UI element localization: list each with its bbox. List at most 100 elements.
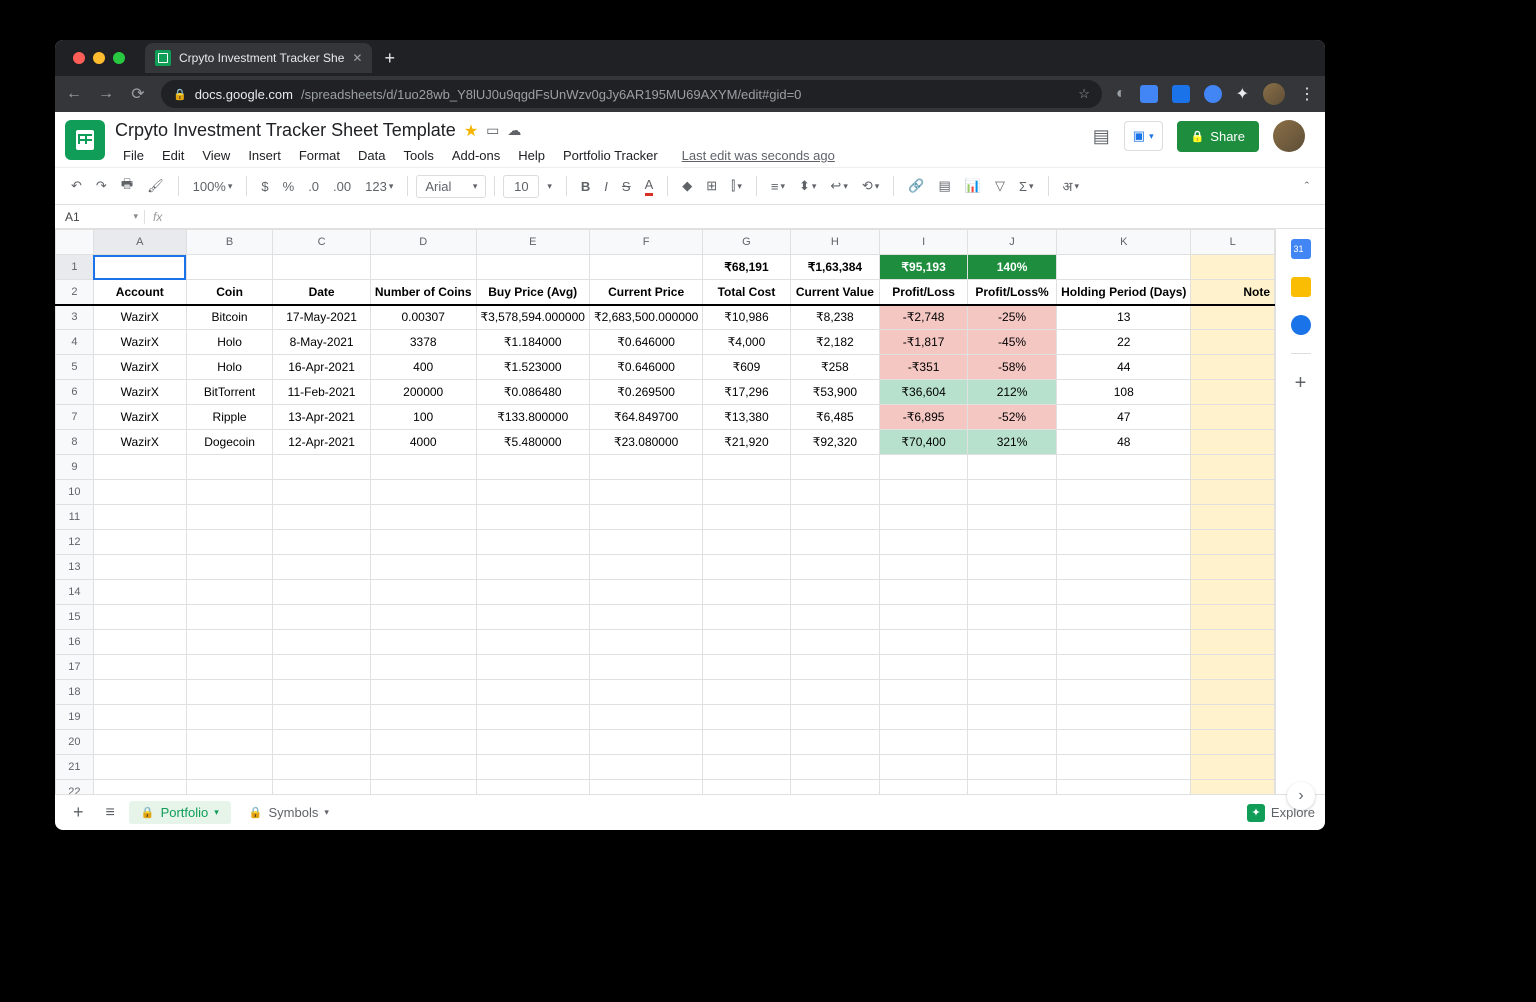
close-window-icon[interactable]: [73, 52, 85, 64]
cell[interactable]: [790, 480, 880, 505]
cell[interactable]: [968, 755, 1057, 780]
cell[interactable]: -45%: [968, 330, 1057, 355]
cell[interactable]: [370, 555, 476, 580]
cell[interactable]: WazirX: [93, 355, 186, 380]
cell[interactable]: [589, 630, 702, 655]
cell[interactable]: [790, 730, 880, 755]
cell[interactable]: ₹21,920: [703, 430, 790, 455]
cell[interactable]: 13: [1057, 305, 1191, 330]
column-header[interactable]: H: [790, 230, 880, 255]
cell[interactable]: [186, 680, 272, 705]
cell[interactable]: [1191, 705, 1275, 730]
maximize-window-icon[interactable]: [113, 52, 125, 64]
menu-edit[interactable]: Edit: [154, 144, 192, 167]
column-header[interactable]: C: [273, 230, 371, 255]
redo-button[interactable]: ↷: [90, 174, 113, 198]
cell[interactable]: [186, 555, 272, 580]
column-header[interactable]: K: [1057, 230, 1191, 255]
cell[interactable]: [370, 455, 476, 480]
cell[interactable]: [273, 480, 371, 505]
cell[interactable]: [1057, 780, 1191, 795]
cell[interactable]: [968, 605, 1057, 630]
cell[interactable]: [790, 530, 880, 555]
cell[interactable]: [968, 780, 1057, 795]
cell[interactable]: [1057, 505, 1191, 530]
cell[interactable]: [1191, 305, 1275, 330]
keep-icon[interactable]: [1291, 277, 1311, 297]
tab-symbols[interactable]: 🔒Symbols▾: [237, 801, 341, 824]
zoom-select[interactable]: 100% ▾: [187, 175, 239, 198]
row-header[interactable]: 13: [56, 555, 94, 580]
url-input[interactable]: 🔒 docs.google.com/spreadsheets/d/1uo28wb…: [161, 80, 1102, 108]
cell[interactable]: [703, 455, 790, 480]
cell[interactable]: [273, 605, 371, 630]
cell[interactable]: 0.00307: [370, 305, 476, 330]
cell[interactable]: [93, 705, 186, 730]
cell[interactable]: [968, 555, 1057, 580]
document-title[interactable]: Crpyto Investment Tracker Sheet Template: [115, 120, 456, 141]
cell[interactable]: [880, 705, 968, 730]
cell[interactable]: [93, 530, 186, 555]
summary-profit[interactable]: ₹95,193: [880, 255, 968, 280]
merge-button[interactable]: ⫿ ▾: [725, 174, 748, 198]
cell[interactable]: [1191, 330, 1275, 355]
last-edit-link[interactable]: Last edit was seconds ago: [674, 144, 843, 167]
cell[interactable]: ₹1.523000: [476, 355, 589, 380]
cell[interactable]: [370, 780, 476, 795]
cell[interactable]: ₹609: [703, 355, 790, 380]
cell[interactable]: ₹1.184000: [476, 330, 589, 355]
sheets-logo-icon[interactable]: [65, 120, 105, 160]
cell[interactable]: [273, 455, 371, 480]
cell[interactable]: [968, 580, 1057, 605]
star-icon[interactable]: ★: [464, 121, 478, 141]
cell[interactable]: Dogecoin: [186, 430, 272, 455]
cell[interactable]: [880, 480, 968, 505]
menu-insert[interactable]: Insert: [240, 144, 289, 167]
cell[interactable]: [589, 580, 702, 605]
back-button[interactable]: ←: [65, 85, 83, 103]
cell[interactable]: [1057, 480, 1191, 505]
cell[interactable]: [273, 530, 371, 555]
cell[interactable]: [968, 680, 1057, 705]
cell[interactable]: [968, 505, 1057, 530]
cell[interactable]: [93, 580, 186, 605]
cell[interactable]: [880, 530, 968, 555]
cell[interactable]: 212%: [968, 380, 1057, 405]
cell[interactable]: ₹92,320: [790, 430, 880, 455]
cell[interactable]: [968, 630, 1057, 655]
cell[interactable]: [703, 530, 790, 555]
cell[interactable]: [186, 480, 272, 505]
cell[interactable]: [790, 630, 880, 655]
cell[interactable]: [589, 530, 702, 555]
cell[interactable]: ₹70,400: [880, 430, 968, 455]
row-header[interactable]: 18: [56, 680, 94, 705]
row-header[interactable]: 19: [56, 705, 94, 730]
move-icon[interactable]: ▭: [486, 122, 499, 139]
cell[interactable]: [589, 480, 702, 505]
cell[interactable]: [1191, 630, 1275, 655]
tab-portfolio[interactable]: 🔒Portfolio▾: [129, 801, 231, 824]
cell[interactable]: [790, 755, 880, 780]
cell[interactable]: [370, 505, 476, 530]
column-header-cell[interactable]: Current Value: [790, 280, 880, 305]
cell[interactable]: [880, 730, 968, 755]
cell[interactable]: [703, 605, 790, 630]
row-header[interactable]: 6: [56, 380, 94, 405]
column-header-cell[interactable]: Holding Period (Days): [1057, 280, 1191, 305]
cell[interactable]: [476, 580, 589, 605]
row-header[interactable]: 2: [56, 280, 94, 305]
cell[interactable]: [273, 780, 371, 795]
cell[interactable]: [589, 455, 702, 480]
cell[interactable]: [589, 555, 702, 580]
cell[interactable]: [370, 580, 476, 605]
cell[interactable]: [186, 780, 272, 795]
wrap-button[interactable]: ↩ ▾: [824, 174, 853, 198]
cell[interactable]: WazirX: [93, 330, 186, 355]
cell[interactable]: [1057, 605, 1191, 630]
cell[interactable]: -₹6,895: [880, 405, 968, 430]
cell[interactable]: [1057, 455, 1191, 480]
cell[interactable]: [880, 680, 968, 705]
cell[interactable]: -₹2,748: [880, 305, 968, 330]
cell[interactable]: [968, 705, 1057, 730]
cell[interactable]: ₹0.269500: [589, 380, 702, 405]
